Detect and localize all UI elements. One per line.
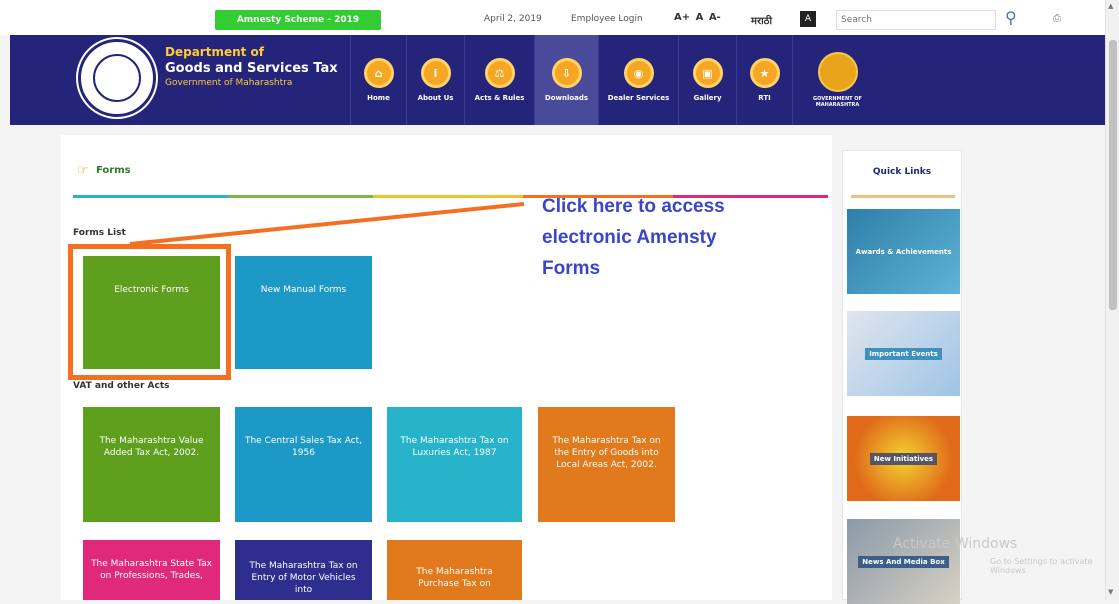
annotation-arrow — [129, 202, 525, 246]
nav-label: RTI — [758, 94, 771, 102]
emblem-label: GOVERNMENT OF MAHARASHTRA — [813, 96, 862, 108]
callout-line-3: Forms — [542, 257, 601, 279]
vertical-scrollbar[interactable]: ▲ ▼ — [1105, 0, 1119, 600]
news-media-card[interactable]: News And Media Box — [847, 519, 960, 604]
vat-acts-heading: VAT and other Acts — [73, 381, 170, 391]
gallery-icon: ▣ — [692, 58, 723, 88]
contrast-toggle[interactable]: A — [800, 11, 816, 27]
cst-act-tile[interactable]: The Central Sales Tax Act, 1956 — [235, 407, 372, 522]
scroll-thumb[interactable] — [1109, 40, 1117, 310]
windows-watermark-sub: Go to Settings to activate Windows — [990, 557, 1093, 575]
search-input[interactable] — [836, 10, 996, 30]
dealer-icon: ◉ — [623, 58, 654, 88]
scroll-up-icon[interactable]: ▲ — [1108, 2, 1113, 10]
print-icon[interactable]: ⎙ — [1053, 13, 1061, 24]
card-label: Important Events — [865, 347, 942, 360]
luxury-tax-act-tile[interactable]: The Maharashtra Tax on Luxuries Act, 198… — [387, 407, 522, 522]
callout-text: Click here to access electronic Amensty … — [542, 192, 822, 284]
profession-tax-act-tile[interactable]: The Maharashtra State Tax on Professions… — [83, 540, 220, 600]
new-initiatives-card[interactable]: New Initiatives — [847, 416, 960, 501]
windows-watermark: Activate Windows — [893, 536, 1018, 552]
font-size-controls[interactable]: A+ A A- — [674, 12, 721, 23]
scroll-down-icon[interactable]: ▼ — [1108, 588, 1113, 596]
important-events-card[interactable]: Important Events — [847, 311, 960, 396]
awards-achievements-card[interactable]: Awards & Achievements — [847, 209, 960, 294]
card-label: New Initiatives — [869, 452, 938, 465]
callout-line-2: electronic Amensty — [542, 226, 717, 248]
rti-icon: ★ — [749, 58, 780, 88]
government-emblem: GOVERNMENT OF MAHARASHTRA — [792, 35, 882, 125]
marathi-language-link[interactable]: मराठी — [751, 13, 772, 27]
purchase-tax-act-tile[interactable]: The Maharashtra Purchase Tax on — [387, 540, 522, 600]
nav-label: Gallery — [693, 94, 722, 102]
quick-links-title: Quick Links — [872, 167, 932, 177]
card-label: News And Media Box — [858, 555, 949, 568]
divider — [851, 195, 955, 198]
maharashtra-emblem-icon — [817, 52, 858, 92]
callout-line-1: Click here to access — [542, 196, 725, 217]
mvat-act-tile[interactable]: The Maharashtra Value Added Tax Act, 200… — [83, 407, 220, 522]
nav-label: Dealer Services — [607, 94, 670, 102]
motor-vehicle-entry-tax-tile[interactable]: The Maharashtra Tax on Entry of Motor Ve… — [235, 540, 372, 600]
nav-dealer-services[interactable]: ◉ Dealer Services — [598, 35, 678, 125]
search-icon[interactable]: ⚲ — [1005, 8, 1017, 27]
quick-links-panel: Quick Links Awards & Achievements Import… — [842, 150, 962, 604]
nav-gallery[interactable]: ▣ Gallery — [678, 35, 736, 125]
nav-rti[interactable]: ★ RTI — [736, 35, 792, 125]
entry-tax-act-tile[interactable]: The Maharashtra Tax on the Entry of Good… — [538, 407, 675, 522]
